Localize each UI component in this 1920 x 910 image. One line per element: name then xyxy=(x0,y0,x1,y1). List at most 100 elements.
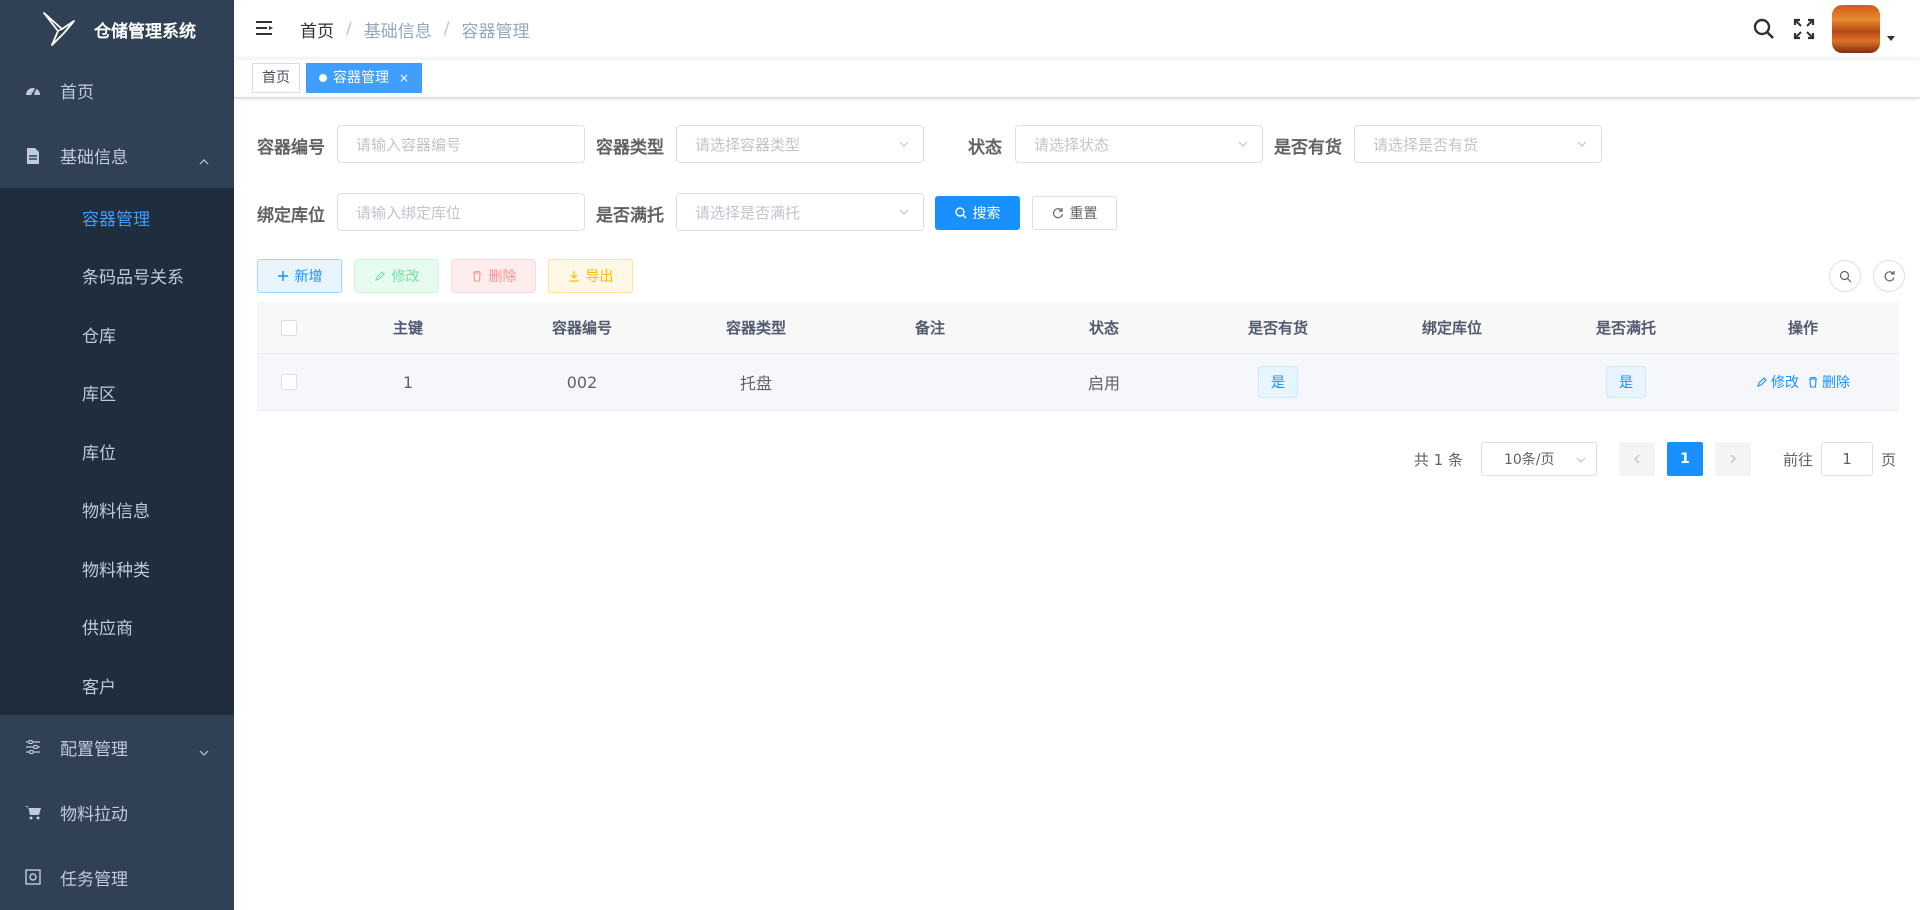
delete-button-label: 删除 xyxy=(488,269,517,285)
sidebar-item-warehouse[interactable]: 仓库 xyxy=(0,305,234,364)
page-size-select[interactable]: 10条/页 xyxy=(1480,442,1597,476)
container-type-label: 容器类型 xyxy=(596,138,664,158)
sidebar-item-task[interactable]: 任务管理 xyxy=(0,845,234,910)
breadcrumb-basic-info: 基础信息 xyxy=(363,21,432,42)
full-pallet-label: 是否满托 xyxy=(596,206,664,226)
sidebar-item-label: 配置管理 xyxy=(60,739,128,760)
sidebar-item-label: 物料拉动 xyxy=(60,804,128,825)
chevron-down-icon xyxy=(1577,141,1587,147)
pagination-total: 共 1 条 xyxy=(1413,450,1463,469)
sidebar-item-basic-info[interactable]: 基础信息 xyxy=(0,123,234,188)
navbar: 首页 / 基础信息 / 容器管理 xyxy=(234,0,1920,58)
tag-home[interactable]: 首页 xyxy=(252,62,300,93)
cell-code: 002 xyxy=(566,372,598,392)
status-select[interactable]: 请选择状态 xyxy=(1015,125,1263,163)
container-code-label: 容器编号 xyxy=(257,138,325,158)
row-delete-label: 删除 xyxy=(1822,375,1850,391)
chevron-down-icon xyxy=(199,743,209,756)
sidebar-item-barcode-relation[interactable]: 条码品号关系 xyxy=(0,247,234,306)
chevron-down-icon xyxy=(899,141,909,147)
sidebar-item-home[interactable]: 首页 xyxy=(0,58,234,123)
has-goods-select[interactable]: 请选择是否有货 xyxy=(1354,125,1602,163)
search-icon[interactable] xyxy=(1752,17,1776,41)
hamburger-icon[interactable] xyxy=(254,18,276,40)
row-edit-label: 修改 xyxy=(1771,375,1799,391)
goto-label: 前往 xyxy=(1782,450,1813,469)
table-row[interactable]: 1 002 托盘 启用 是 是 修改 删除 xyxy=(257,354,1899,411)
delete-button[interactable]: 删除 xyxy=(451,259,536,293)
page-size-value: 10条/页 xyxy=(1503,452,1555,468)
logo-bird-icon xyxy=(43,12,75,46)
container-code-input[interactable]: 请输入容器编号 xyxy=(337,125,585,163)
fullscreen-icon[interactable] xyxy=(1792,17,1816,41)
trash-icon xyxy=(472,270,481,282)
row-checkbox[interactable] xyxy=(281,374,297,390)
column-header: 操作 xyxy=(1787,319,1818,337)
cell-has-goods: 是 xyxy=(1191,366,1365,398)
add-button[interactable]: 新增 xyxy=(257,259,342,293)
edit-icon xyxy=(374,271,385,281)
sidebar-item-supplier[interactable]: 供应商 xyxy=(0,598,234,657)
edit-icon xyxy=(1757,377,1767,387)
chevron-up-icon xyxy=(199,152,209,164)
prev-page-button[interactable] xyxy=(1618,442,1655,476)
reset-button[interactable]: 重置 xyxy=(1032,196,1117,230)
avatar[interactable] xyxy=(1832,5,1880,53)
sidebar-item-config[interactable]: 配置管理 xyxy=(0,715,234,780)
goto-page-input[interactable]: 1 xyxy=(1820,442,1873,476)
placeholder: 请选择容器类型 xyxy=(695,135,801,154)
toggle-search-button[interactable] xyxy=(1829,260,1861,292)
tag-container-management[interactable]: 容器管理 × xyxy=(306,62,423,93)
trash-icon xyxy=(1809,376,1817,388)
sidebar-item-material-info[interactable]: 物料信息 xyxy=(0,481,234,540)
column-header: 是否有货 xyxy=(1247,319,1308,337)
full-pallet-select[interactable]: 请选择是否满托 xyxy=(676,193,924,231)
chevron-down-icon xyxy=(1238,141,1248,147)
next-page-button[interactable] xyxy=(1714,442,1751,476)
column-header: 状态 xyxy=(1088,319,1119,337)
close-icon[interactable]: × xyxy=(399,64,409,92)
container-type-select[interactable]: 请选择容器类型 xyxy=(676,125,924,163)
document-icon xyxy=(24,147,42,165)
logo[interactable]: 仓储管理系统 xyxy=(0,0,234,58)
sidebar-item-zone[interactable]: 库区 xyxy=(0,364,234,423)
placeholder: 请选择是否满托 xyxy=(695,203,801,222)
search-button[interactable]: 搜索 xyxy=(935,196,1020,230)
pagination: 共 1 条 10条/页 1 前往 1 页 xyxy=(1414,442,1896,476)
refresh-icon xyxy=(1052,208,1063,219)
page-jumper: 前往 1 页 xyxy=(1783,442,1896,476)
cell-status: 启用 xyxy=(1087,374,1120,393)
sidebar-item-location[interactable]: 库位 xyxy=(0,422,234,481)
placeholder: 请输入容器编号 xyxy=(356,135,462,154)
row-delete-link[interactable]: 删除 xyxy=(1807,372,1850,392)
select-all-cell xyxy=(257,319,321,336)
sidebar-item-material-category[interactable]: 物料种类 xyxy=(0,539,234,598)
tags-view: 首页 容器管理 × xyxy=(234,58,1920,98)
caret-down-icon[interactable] xyxy=(1886,33,1896,43)
select-all-checkbox[interactable] xyxy=(281,319,297,336)
search-icon xyxy=(954,207,966,219)
cell-id: 1 xyxy=(402,372,414,392)
cell-type: 托盘 xyxy=(739,374,772,393)
breadcrumb-home[interactable]: 首页 xyxy=(300,17,334,42)
sidebar-item-container-management[interactable]: 容器管理 xyxy=(0,188,234,247)
row-edit-link[interactable]: 修改 xyxy=(1756,372,1799,392)
export-button-label: 导出 xyxy=(585,269,614,285)
sidebar-item-label: 任务管理 xyxy=(60,869,128,890)
sidebar-item-material-pull[interactable]: 物料拉动 xyxy=(0,780,234,845)
page-number-button[interactable]: 1 xyxy=(1666,442,1703,476)
search-icon xyxy=(1839,270,1851,282)
has-goods-tag: 是 xyxy=(1258,366,1298,398)
column-header: 备注 xyxy=(914,319,945,337)
has-goods-label: 是否有货 xyxy=(1274,138,1342,158)
sidebar-item-customer[interactable]: 客户 xyxy=(0,656,234,715)
placeholder: 请输入绑定库位 xyxy=(356,203,462,222)
edit-button[interactable]: 修改 xyxy=(354,259,439,293)
active-dot-icon xyxy=(319,73,327,82)
page-suffix: 页 xyxy=(1880,450,1896,469)
breadcrumb-separator: / xyxy=(443,19,450,39)
column-header: 容器编号 xyxy=(551,319,612,337)
bind-location-input[interactable]: 请输入绑定库位 xyxy=(337,193,585,231)
refresh-button[interactable] xyxy=(1873,260,1905,292)
export-button[interactable]: 导出 xyxy=(548,259,633,293)
